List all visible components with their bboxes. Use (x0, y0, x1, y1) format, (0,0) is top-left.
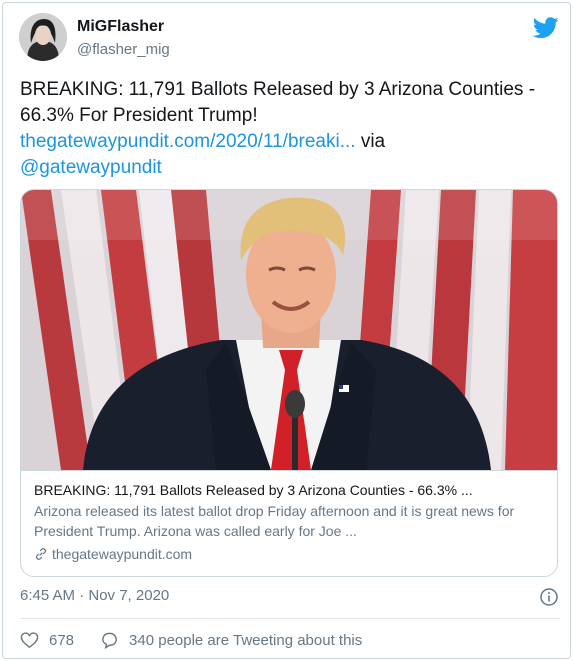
chain-link-icon (36, 548, 46, 560)
divider (20, 618, 560, 619)
like-button[interactable]: 678 (20, 631, 74, 650)
tweeting-count: 340 people are Tweeting about this (129, 631, 363, 649)
mention-link[interactable]: @gatewaypundit (20, 157, 162, 178)
tweet-link[interactable]: thegatewaypundit.com/2020/11/breaki... (20, 131, 356, 152)
twitter-bird-icon[interactable] (533, 17, 559, 39)
card-description: Arizona released its latest ballot drop … (34, 503, 515, 539)
card-domain: thegatewaypundit.com (34, 546, 192, 562)
link-card[interactable]: BREAKING: 11,791 Ballots Released by 3 A… (20, 189, 558, 577)
card-image[interactable] (21, 190, 558, 470)
speech-bubble-icon (102, 632, 117, 649)
tweet-text: BREAKING: 11,791 Ballots Released by 3 A… (20, 77, 560, 181)
tweet-body: BREAKING: 11,791 Ballots Released by 3 A… (20, 79, 536, 126)
info-icon[interactable] (539, 587, 559, 607)
avatar[interactable] (19, 13, 67, 61)
tweeting-button[interactable]: 340 people are Tweeting about this (100, 631, 362, 650)
avatar-image (19, 13, 67, 61)
like-count: 678 (49, 631, 75, 649)
heart-icon (20, 631, 39, 648)
tweet-actions: 678 340 people are Tweeting about this (20, 628, 362, 652)
tweet-timestamp[interactable]: 6:45 AM · Nov 7, 2020 (20, 587, 169, 604)
card-domain-text: thegatewaypundit.com (52, 546, 193, 562)
card-title[interactable]: BREAKING: 11,791 Ballots Released by 3 A… (34, 481, 546, 500)
card-body: BREAKING: 11,791 Ballots Released by 3 A… (21, 470, 557, 576)
via-text: via (360, 131, 386, 152)
display-name[interactable]: MiGFlasher (77, 18, 164, 36)
user-handle[interactable]: @flasher_mig (77, 41, 170, 58)
embedded-tweet: MiGFlasher @flasher_mig BREAKING: 11,791… (2, 2, 571, 659)
